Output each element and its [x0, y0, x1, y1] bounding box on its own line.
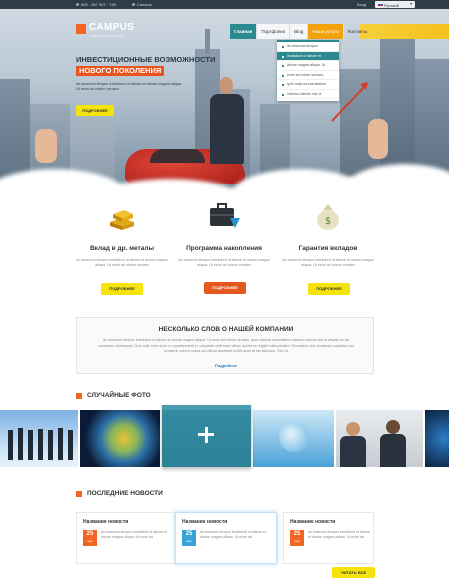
feature-more-button[interactable]: ПОДРОБНЕЕ — [204, 282, 246, 294]
about-box: НЕСКОЛЬКО СЛОВ О НАШЕЙ КОМПАНИИ do eiusm… — [76, 317, 374, 374]
logo[interactable]: CAMPUS — [89, 22, 134, 33]
read-all-button[interactable]: ЧИТАТЬ ВСЕ — [332, 567, 375, 578]
login-link[interactable]: Вход — [357, 2, 366, 7]
photos-title: СЛУЧАЙНЫЕ ФОТО — [87, 392, 151, 399]
news-card-title[interactable]: Название новости — [182, 519, 227, 525]
about-text: do eiusmod tempor incididunt ut labore e… — [97, 338, 355, 353]
photo-globe[interactable] — [80, 410, 160, 467]
nav-item-home[interactable]: Главная — [230, 24, 258, 39]
thumbs-up-right-image — [368, 119, 388, 159]
car-window — [150, 149, 205, 163]
language-select[interactable]: Русский ▾ — [375, 1, 415, 8]
about-title: НЕСКОЛЬКО СЛОВ О НАШЕЙ КОМПАНИИ — [158, 326, 294, 333]
news-card[interactable]: Название новости 25 мар do eiusmod tempor… — [175, 512, 277, 564]
businessman-image — [210, 94, 244, 164]
section-marker — [76, 491, 82, 497]
hero-text: do eiusmod tempor incididunt ut labore e… — [76, 82, 183, 91]
news-card[interactable]: Название новости 25 мар do eiusmod tempor… — [76, 512, 178, 564]
about-more-link[interactable]: Подробнее — [77, 363, 375, 368]
gold-bars-icon — [110, 210, 134, 230]
nav-item-blog[interactable]: Blog — [290, 24, 309, 39]
services-dropdown: do eiusmod tempor incididunt ut labore e… — [277, 40, 339, 101]
page: 800 - 567 907 - 785 Campus Вход Русский ▾ — [0, 0, 449, 584]
news-date-badge: 25 мар — [290, 530, 304, 546]
dropdown-item[interactable]: quis nostrud exercitation — [277, 80, 339, 90]
photo-business-partners[interactable] — [336, 410, 423, 467]
nav-accent-bar — [360, 24, 449, 39]
news-day: 25 — [293, 531, 301, 537]
language-label: Русский — [384, 3, 399, 8]
dropdown-item[interactable]: do eiusmod tempor — [277, 42, 339, 52]
thumbs-up-left-image — [35, 129, 57, 163]
news-month: мар — [87, 539, 93, 543]
dropdown-item[interactable]: dolore magna aliqua. Ut — [277, 61, 339, 71]
skype-icon — [132, 3, 135, 7]
dropdown-item[interactable]: enim ad minim veniam, — [277, 71, 339, 80]
feature-title-savings: Программа накопления — [186, 245, 262, 252]
feature-text: do eiusmod tempor incididunt ut labore e… — [178, 258, 270, 267]
news-card-text: do eiusmod tempor incididunt ut labore e… — [101, 530, 167, 539]
logo-icon — [76, 24, 86, 34]
feature-more-button[interactable]: ПОДРОБНЕЕ — [101, 283, 143, 295]
news-card-title[interactable]: Название новости — [83, 519, 128, 525]
photo-globe-partial[interactable] — [425, 410, 449, 467]
phone-icon — [76, 3, 79, 7]
logo-tagline: Тема для бизнеса — [89, 33, 123, 38]
money-bag-icon: $ — [317, 204, 339, 230]
hero-banner — [0, 9, 449, 219]
skype-info: Campus — [132, 2, 152, 7]
news-date-badge: 25 мар — [182, 530, 196, 546]
hero-title: ИНВЕСТИЦИОННЫЕ ВОЗМОЖНОСТИ — [76, 55, 216, 64]
nav-item-contacts[interactable]: Контакты — [344, 24, 371, 39]
svg-text:$: $ — [325, 216, 331, 227]
news-card-title[interactable]: Название новости — [290, 519, 335, 525]
news-card-text: do eiusmod tempor incididunt ut labore e… — [308, 530, 370, 539]
news-month: мар — [186, 539, 192, 543]
feature-title-guarantee: Гарантия вкладов — [298, 245, 358, 252]
nav-item-portfolio[interactable]: Портфолио — [257, 24, 291, 39]
photo-business-team[interactable] — [0, 410, 78, 467]
nav-item-services[interactable]: Наши услуги — [308, 24, 344, 39]
top-bar: 800 - 567 907 - 785 Campus Вход Русский ▾ — [0, 0, 449, 9]
russia-flag-icon — [378, 3, 383, 6]
section-marker — [76, 393, 82, 399]
news-card-text: do eiusmod tempor incididunt ut labore e… — [200, 530, 266, 539]
news-day: 25 — [86, 531, 94, 537]
news-date-badge: 25 мар — [83, 530, 97, 546]
briefcase-icon — [210, 203, 240, 228]
dropdown-item[interactable]: ullamco laboris nisi ut — [277, 90, 339, 99]
photo-hands-globe[interactable] — [253, 410, 334, 467]
phone-text: 800 - 567 907 - 785 — [81, 2, 116, 7]
main-nav: Главная Портфолио Blog Наши услуги Конта… — [230, 24, 371, 39]
feature-text: do eiusmod tempor incididunt ut labore e… — [282, 258, 374, 267]
feature-text: do eiusmod tempor incididunt ut labore e… — [76, 258, 168, 267]
antenna — [205, 29, 210, 54]
dropdown-item[interactable]: incididunt ut labore et — [277, 51, 339, 61]
news-day: 25 — [185, 531, 193, 537]
businessman-head — [219, 77, 233, 94]
hero-more-button[interactable]: ПОДРОБНЕЕ — [76, 105, 114, 116]
feature-more-button[interactable]: ПОДРОБНЕЕ — [308, 283, 350, 295]
news-title: ПОСЛЕДНИЕ НОВОСТИ — [87, 490, 163, 497]
plus-icon — [204, 427, 208, 443]
news-month: мар — [294, 539, 300, 543]
hero-accent-title: НОВОГО ПОКОЛЕНИЯ — [76, 66, 165, 76]
phone-info: 800 - 567 907 - 785 — [76, 2, 116, 7]
news-card[interactable]: Название новости 25 мар do eiusmod tempor… — [283, 512, 374, 564]
chevron-down-icon: ▾ — [409, 1, 412, 6]
skype-text: Campus — [137, 2, 152, 7]
